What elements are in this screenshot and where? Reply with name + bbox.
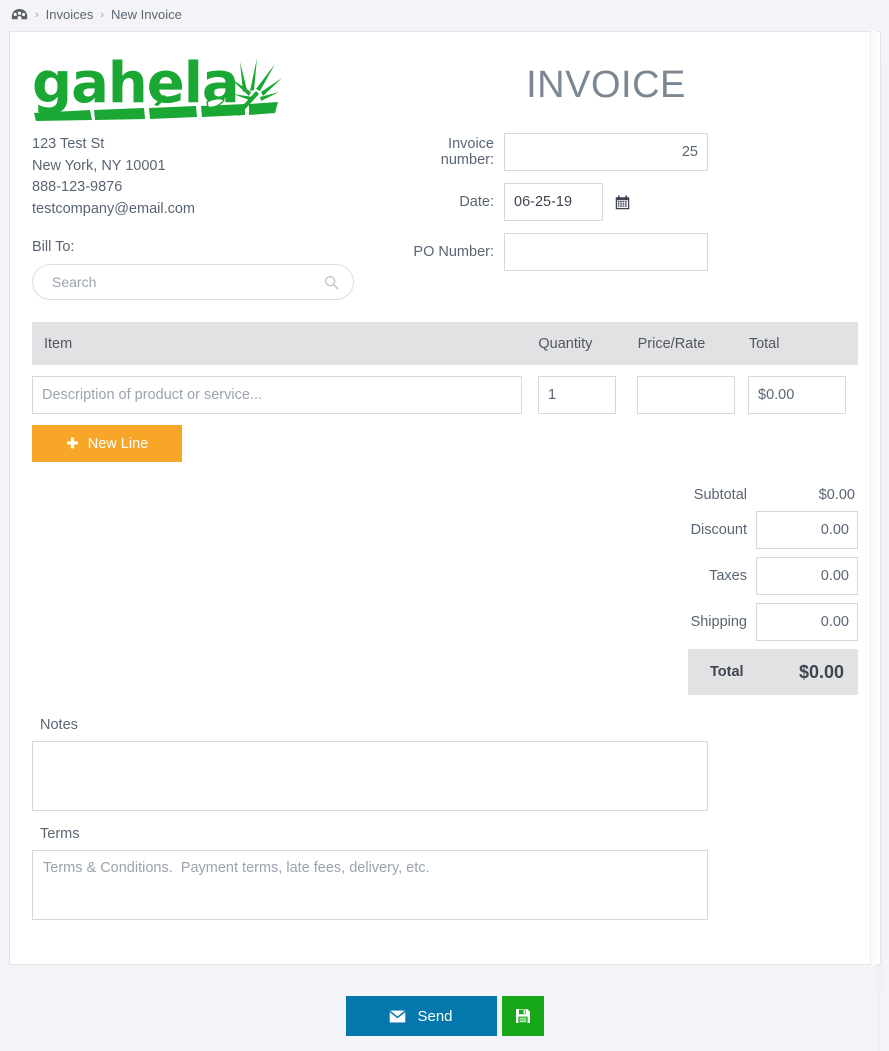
notes-label: Notes [40,717,78,733]
grand-total-value: $0.00 [798,661,844,682]
terms-label: Terms [40,826,80,842]
dashboard-icon[interactable] [11,8,28,22]
discount-label: Discount [690,522,747,538]
line-item-quantity-input[interactable] [538,376,616,414]
bill-to-label: Bill To: [32,239,75,255]
breadcrumb-separator: › [100,8,105,21]
subtotal-label: Subtotal [693,487,747,503]
address-line-city: New York, NY 10001 [32,157,166,174]
address-line-street: 123 Test St [32,136,105,152]
invoice-date-label: Date: [459,194,494,210]
invoice-number-input[interactable] [504,133,708,171]
address-line-phone: 888-123-9876 [32,179,123,195]
grand-total-label: Total [710,664,744,680]
po-number-input[interactable] [504,233,708,271]
bill-to-search[interactable] [32,264,354,300]
table-header-row: Item Quantity Price/Rate Total [32,322,858,365]
totals-section: Subtotal $0.00 Discount Taxes Shipping T… [688,487,858,695]
page-title: INVOICE [526,64,686,106]
column-header-price: Price/Rate [637,335,706,352]
breadcrumb: › Invoices › New Invoice [0,0,889,29]
send-button[interactable]: Send [345,996,497,1036]
notes-and-terms-section: Notes Terms [32,717,708,920]
breadcrumb-item-new-invoice: New Invoice [111,7,182,22]
subtotal-row: Subtotal $0.00 [688,487,858,503]
card-scroll-edge [870,31,877,965]
column-header-quantity: Quantity [538,335,593,352]
save-icon [515,1008,531,1024]
add-new-line-button[interactable]: New Line [32,425,182,462]
company-logo: gahela [32,50,282,122]
invoice-date-input[interactable] [504,183,603,221]
shipping-input[interactable] [756,603,858,641]
breadcrumb-separator: › [35,8,39,21]
table-row [32,365,858,414]
invoice-number-label: Invoice number: [440,136,494,168]
invoice-date-row: Date: [392,183,858,221]
invoice-meta-column: INVOICE Invoice number: Date: [392,50,858,283]
taxes-label: Taxes [709,568,747,584]
invoice-header: gahela 123 Test St New York, NY 10001 88… [32,50,858,300]
search-icon[interactable] [324,275,339,290]
send-button-label: Send [417,1007,453,1025]
mail-icon [389,1010,407,1023]
breadcrumb-item-invoices[interactable]: Invoices [46,7,94,22]
line-item-price-input[interactable] [637,376,735,414]
discount-input[interactable] [756,511,858,549]
invoice-number-row: Invoice number: [392,133,858,171]
notes-textarea[interactable] [32,741,708,811]
taxes-row: Taxes [688,557,858,595]
po-number-row: PO Number: [392,233,858,271]
company-address: 123 Test St New York, NY 10001 888-123-9… [32,134,392,220]
discount-row: Discount [688,511,858,549]
column-header-item: Item [44,335,73,352]
address-line-email: testcompany@email.com [32,200,195,217]
subtotal-value: $0.00 [818,487,855,503]
save-button[interactable] [501,996,544,1036]
shipping-row: Shipping [688,603,858,641]
terms-textarea[interactable] [32,850,708,920]
search-input[interactable] [50,273,324,291]
line-items-table: Item Quantity Price/Rate Total New Line [32,322,858,462]
shipping-label: Shipping [690,614,747,630]
calendar-icon[interactable] [615,195,630,210]
line-item-total-input[interactable] [748,376,846,414]
company-column: gahela 123 Test St New York, NY 10001 88… [32,50,392,300]
line-item-description-input[interactable] [32,376,522,414]
grand-total-row: Total $0.00 [688,649,858,695]
column-header-total: Total [748,335,780,352]
taxes-input[interactable] [756,557,858,595]
invoice-card: gahela 123 Test St New York, NY 10001 88… [9,31,881,965]
po-number-label: PO Number: [413,244,494,260]
add-new-line-label: New Line [87,435,149,452]
plus-icon [66,437,79,450]
footer-actions: Send [0,996,889,1036]
